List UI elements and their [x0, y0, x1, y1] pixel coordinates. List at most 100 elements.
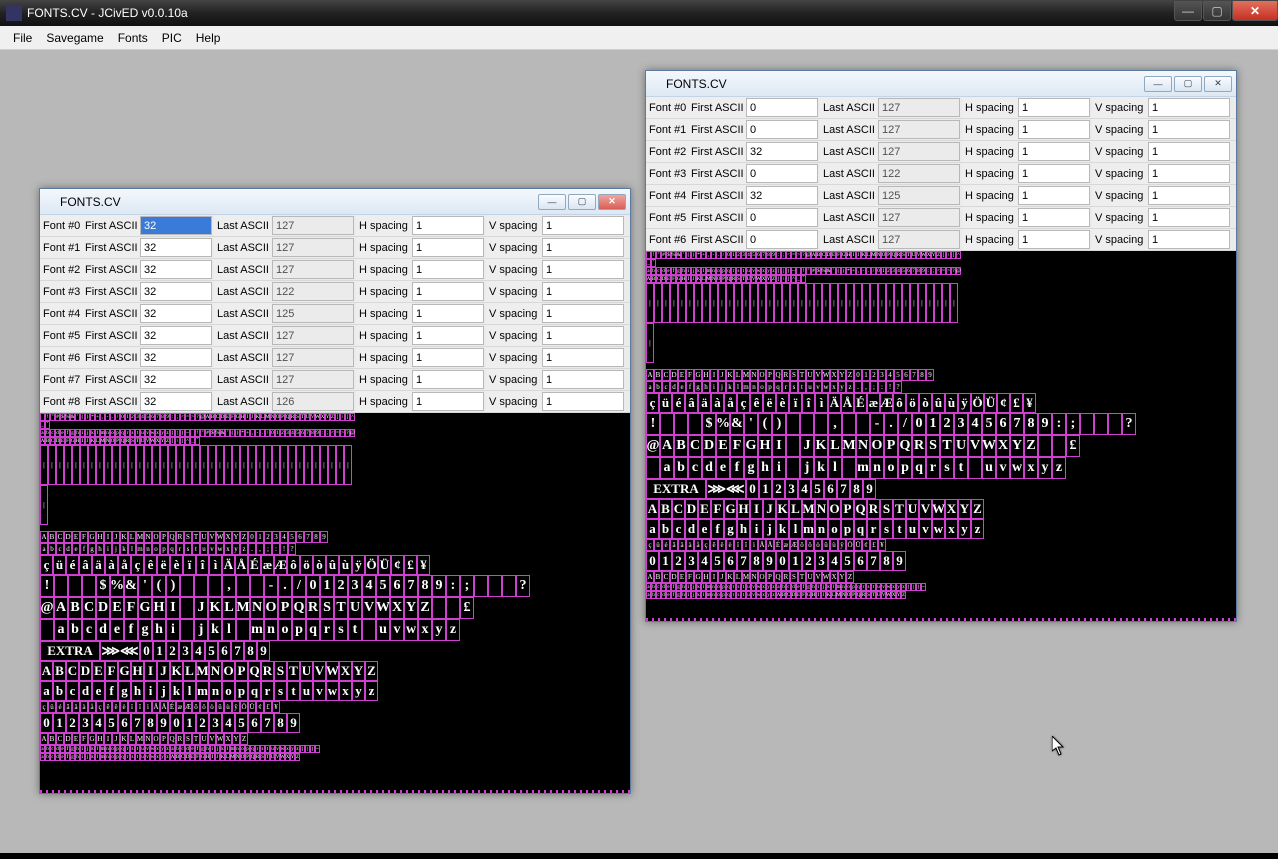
- glyph[interactable]: ô: [192, 701, 200, 713]
- glyph[interactable]: ò: [814, 539, 822, 551]
- h-spacing-input[interactable]: [1018, 120, 1090, 139]
- glyph[interactable]: Ä: [828, 393, 841, 413]
- glyph[interactable]: 3: [685, 551, 698, 571]
- glyph[interactable]: Z: [418, 597, 432, 619]
- glyph[interactable]: j: [763, 519, 776, 539]
- glyph[interactable]: h: [131, 681, 144, 701]
- glyph[interactable]: [236, 575, 250, 597]
- glyph[interactable]: 1: [256, 531, 264, 543]
- glyph[interactable]: [446, 597, 460, 619]
- first-ascii-input[interactable]: [140, 260, 212, 279]
- glyph[interactable]: t: [954, 457, 968, 479]
- glyph[interactable]: 2: [802, 551, 815, 571]
- first-ascii-input[interactable]: [140, 348, 212, 367]
- glyph[interactable]: r: [176, 543, 184, 555]
- glyph[interactable]: [474, 575, 488, 597]
- glyph[interactable]: ç: [131, 555, 144, 575]
- glyph[interactable]: T: [798, 571, 806, 583]
- glyph[interactable]: O: [758, 369, 766, 381]
- glyph[interactable]: D: [64, 733, 72, 745]
- glyph[interactable]: £: [404, 555, 417, 575]
- glyph[interactable]: ç: [96, 701, 104, 713]
- glyph[interactable]: |: [926, 283, 934, 323]
- glyph[interactable]: É: [774, 539, 782, 551]
- glyph[interactable]: 3: [179, 641, 192, 661]
- glyph[interactable]: :: [1052, 413, 1066, 435]
- glyph[interactable]: Y: [232, 531, 240, 543]
- glyph[interactable]: a: [660, 457, 674, 479]
- glyph[interactable]: K: [776, 499, 789, 519]
- glyph[interactable]: ): [772, 413, 786, 435]
- glyph[interactable]: N: [856, 435, 870, 457]
- glyph[interactable]: G: [118, 661, 131, 681]
- glyph[interactable]: 8: [274, 713, 287, 733]
- glyph[interactable]: [842, 413, 856, 435]
- glyph[interactable]: ': [138, 575, 152, 597]
- glyph[interactable]: a: [40, 543, 48, 555]
- glyph[interactable]: f: [105, 681, 118, 701]
- glyph[interactable]: p: [160, 543, 168, 555]
- glyph[interactable]: [646, 457, 660, 479]
- glyph[interactable]: y: [432, 619, 446, 641]
- glyph[interactable]: s: [880, 519, 893, 539]
- glyph[interactable]: l: [222, 619, 236, 641]
- glyph[interactable]: 6: [724, 551, 737, 571]
- glyph[interactable]: L: [828, 435, 842, 457]
- glyph[interactable]: i: [710, 381, 718, 393]
- glyph[interactable]: N: [750, 369, 758, 381]
- glyph[interactable]: 4: [828, 551, 841, 571]
- glyph[interactable]: y: [958, 519, 971, 539]
- glyph[interactable]: £: [264, 701, 272, 713]
- glyph[interactable]: @: [40, 597, 54, 619]
- glyph[interactable]: X: [224, 531, 232, 543]
- glyph[interactable]: a: [54, 619, 68, 641]
- glyph[interactable]: u: [806, 381, 814, 393]
- glyph[interactable]: q: [912, 457, 926, 479]
- glyph[interactable]: |: [686, 283, 694, 323]
- glyph[interactable]: |: [734, 283, 742, 323]
- glyph[interactable]: ù: [945, 393, 958, 413]
- glyph[interactable]: U: [806, 369, 814, 381]
- glyph[interactable]: ç: [40, 701, 48, 713]
- glyph[interactable]: U: [348, 597, 362, 619]
- glyph[interactable]: r: [261, 681, 274, 701]
- glyph[interactable]: |: [40, 445, 48, 485]
- glyph[interactable]: I: [104, 531, 112, 543]
- glyph[interactable]: ì: [144, 701, 152, 713]
- glyph[interactable]: 8: [144, 713, 157, 733]
- glyph[interactable]: ï: [128, 701, 136, 713]
- glyph[interactable]: A: [646, 571, 654, 583]
- glyph[interactable]: V: [362, 597, 376, 619]
- glyph[interactable]: n: [264, 619, 278, 641]
- glyph[interactable]: Ü: [984, 393, 997, 413]
- glyph[interactable]: T: [798, 369, 806, 381]
- glyph[interactable]: ?: [894, 381, 902, 393]
- glyph[interactable]: X: [224, 733, 232, 745]
- h-spacing-input[interactable]: [412, 326, 484, 345]
- glyph[interactable]: r: [320, 619, 334, 641]
- glyph[interactable]: e: [72, 543, 80, 555]
- glyph[interactable]: z: [240, 543, 248, 555]
- glyph[interactable]: N: [750, 571, 758, 583]
- glyph[interactable]: [660, 413, 674, 435]
- h-spacing-input[interactable]: [412, 370, 484, 389]
- glyph[interactable]: 7: [910, 369, 918, 381]
- glyph[interactable]: |: [192, 445, 200, 485]
- glyph[interactable]: T: [287, 661, 300, 681]
- glyph[interactable]: P: [278, 597, 292, 619]
- internal-window-titlebar[interactable]: FONTS.CV — ▢ ✕: [40, 189, 630, 215]
- glyph[interactable]: 9: [257, 641, 270, 661]
- glyph[interactable]: d: [79, 681, 92, 701]
- glyph[interactable]: Z: [1024, 435, 1038, 457]
- glyph[interactable]: Q: [898, 435, 912, 457]
- glyph[interactable]: t: [893, 519, 906, 539]
- glyph[interactable]: ù: [224, 701, 232, 713]
- v-spacing-input[interactable]: [1148, 230, 1230, 249]
- glyph-canvas-left[interactable]: !"#$%&'()*+,-./0123456789:;<=>?@ABCDEFGH…: [40, 413, 630, 793]
- glyph[interactable]: j: [157, 681, 170, 701]
- glyph[interactable]: V: [919, 499, 932, 519]
- glyph[interactable]: |: [160, 445, 168, 485]
- glyph[interactable]: i: [104, 543, 112, 555]
- glyph[interactable]: R: [306, 597, 320, 619]
- glyph[interactable]: i: [166, 619, 180, 641]
